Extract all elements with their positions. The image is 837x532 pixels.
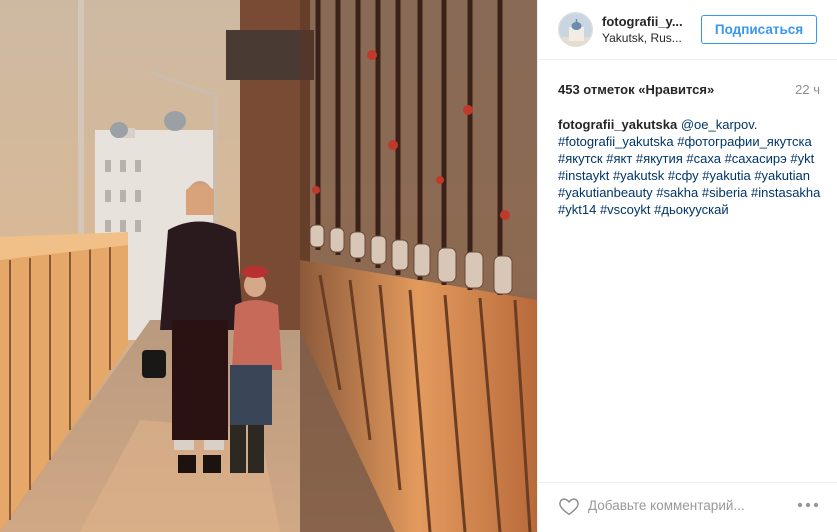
- username-link[interactable]: fotografii_y...: [602, 14, 683, 29]
- hashtag-link[interactable]: #fotografii_yakutska: [558, 134, 674, 149]
- post-header: fotografii_y... Yakutsk, Rus... Подписат…: [538, 0, 837, 60]
- hashtag-link[interactable]: #ykt14: [558, 202, 596, 217]
- caption-author[interactable]: fotografii_yakutska: [558, 117, 677, 132]
- hashtag-link[interactable]: #якт: [606, 151, 632, 166]
- hashtag-link[interactable]: #сфу: [668, 168, 699, 183]
- caption-punct: .: [753, 117, 758, 132]
- hashtag-link[interactable]: #yakutianbeauty: [558, 185, 653, 200]
- post-sidebar: fotografii_y... Yakutsk, Rus... Подписат…: [537, 0, 837, 532]
- heart-icon[interactable]: [558, 495, 580, 517]
- post-caption: fotografii_yakutska @oe_karpov. #fotogra…: [558, 116, 823, 218]
- hashtag-link[interactable]: #якутия: [636, 151, 683, 166]
- hashtag-link[interactable]: #дьокуускай: [654, 202, 728, 217]
- caption-mention[interactable]: @oe_karpov: [681, 117, 754, 132]
- hashtag-link[interactable]: #yakutia: [702, 168, 750, 183]
- post-time[interactable]: 22 ч: [795, 82, 820, 97]
- hashtag-link[interactable]: #якутск: [558, 151, 603, 166]
- hashtag-link[interactable]: #yakutsk: [613, 168, 664, 183]
- hashtag-link[interactable]: #саха: [686, 151, 721, 166]
- hashtag-link[interactable]: #instasakha: [751, 185, 820, 200]
- hashtag-link[interactable]: #yakutian: [754, 168, 810, 183]
- hashtag-link[interactable]: #ykt: [790, 151, 814, 166]
- avatar[interactable]: [558, 12, 593, 47]
- hashtag-link[interactable]: #sakha: [656, 185, 698, 200]
- hashtag-link[interactable]: #фотографии_якутска: [677, 134, 811, 149]
- comment-bar: [538, 482, 837, 532]
- hashtag-link[interactable]: #siberia: [702, 185, 748, 200]
- follow-button[interactable]: Подписаться: [701, 15, 817, 44]
- hashtag-link[interactable]: #vscoykt: [600, 202, 651, 217]
- hashtag-list: #fotografii_yakutska #фотографии_якутска…: [558, 134, 820, 217]
- post-photo[interactable]: [0, 0, 537, 532]
- comment-input[interactable]: [588, 495, 788, 515]
- likes-count[interactable]: 453 отметок «Нравится»: [558, 82, 714, 97]
- hashtag-link[interactable]: #сахасирэ: [725, 151, 787, 166]
- likes-row: 453 отметок «Нравится» 22 ч: [558, 82, 820, 100]
- hashtag-link[interactable]: #instaykt: [558, 168, 609, 183]
- more-options-icon[interactable]: [796, 497, 820, 513]
- location-link[interactable]: Yakutsk, Rus...: [602, 31, 682, 45]
